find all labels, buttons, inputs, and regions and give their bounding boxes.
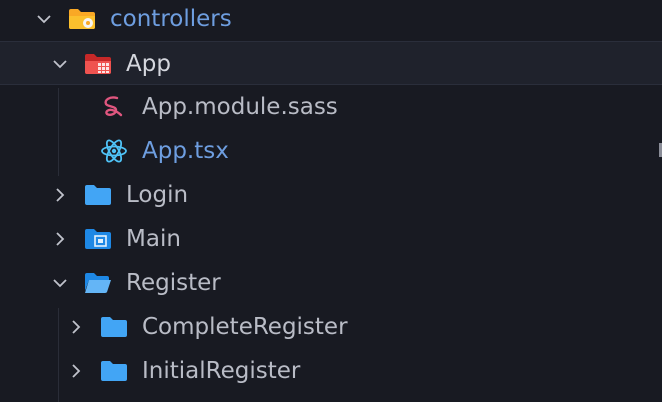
folder-icon [85, 185, 111, 205]
folder-config-icon [69, 9, 95, 29]
tree-item-label: App.module.sass [142, 94, 338, 120]
file-explorer-tree: controllers App App.module.sass App.tsx … [0, 0, 662, 402]
tree-item-label: Register [126, 270, 221, 296]
chevron-right-icon [56, 188, 65, 202]
tree-item-label: InitialRegister [142, 358, 301, 384]
chevron-down-icon [53, 60, 67, 69]
folder-main-icon [85, 229, 111, 249]
tree-item-label: controllers [110, 6, 232, 32]
folder-app-icon [85, 54, 111, 74]
chevron-right-icon [56, 232, 65, 246]
tree-item-app-module-sass[interactable]: App.module.sass [0, 85, 662, 129]
react-icon [101, 139, 127, 163]
tree-item-register[interactable]: Register [0, 261, 662, 305]
folder-open-icon [85, 273, 111, 293]
tree-item-app-tsx[interactable]: App.tsx [0, 129, 662, 173]
tree-item-controllers[interactable]: controllers [0, 0, 662, 41]
tree-item-label: App [126, 51, 171, 77]
folder-icon [101, 317, 127, 337]
tree-item-label: App.tsx [142, 138, 229, 164]
tree-item-label: CompleteRegister [142, 314, 348, 340]
chevron-right-icon [72, 364, 81, 378]
chevron-right-icon [72, 320, 81, 334]
sass-icon [104, 96, 123, 117]
tree-item-label: Main [126, 226, 181, 252]
tree-item-completeregister[interactable]: CompleteRegister [0, 305, 662, 349]
chevron-down-icon [53, 279, 67, 288]
tree-item-login[interactable]: Login [0, 173, 662, 217]
tree-item-main[interactable]: Main [0, 217, 662, 261]
chevron-down-icon [37, 15, 51, 24]
tree-item-app[interactable]: App [0, 41, 662, 85]
folder-icon [101, 361, 127, 381]
tree-item-initialregister[interactable]: InitialRegister [0, 349, 662, 393]
tree-item-label: Login [126, 182, 189, 208]
